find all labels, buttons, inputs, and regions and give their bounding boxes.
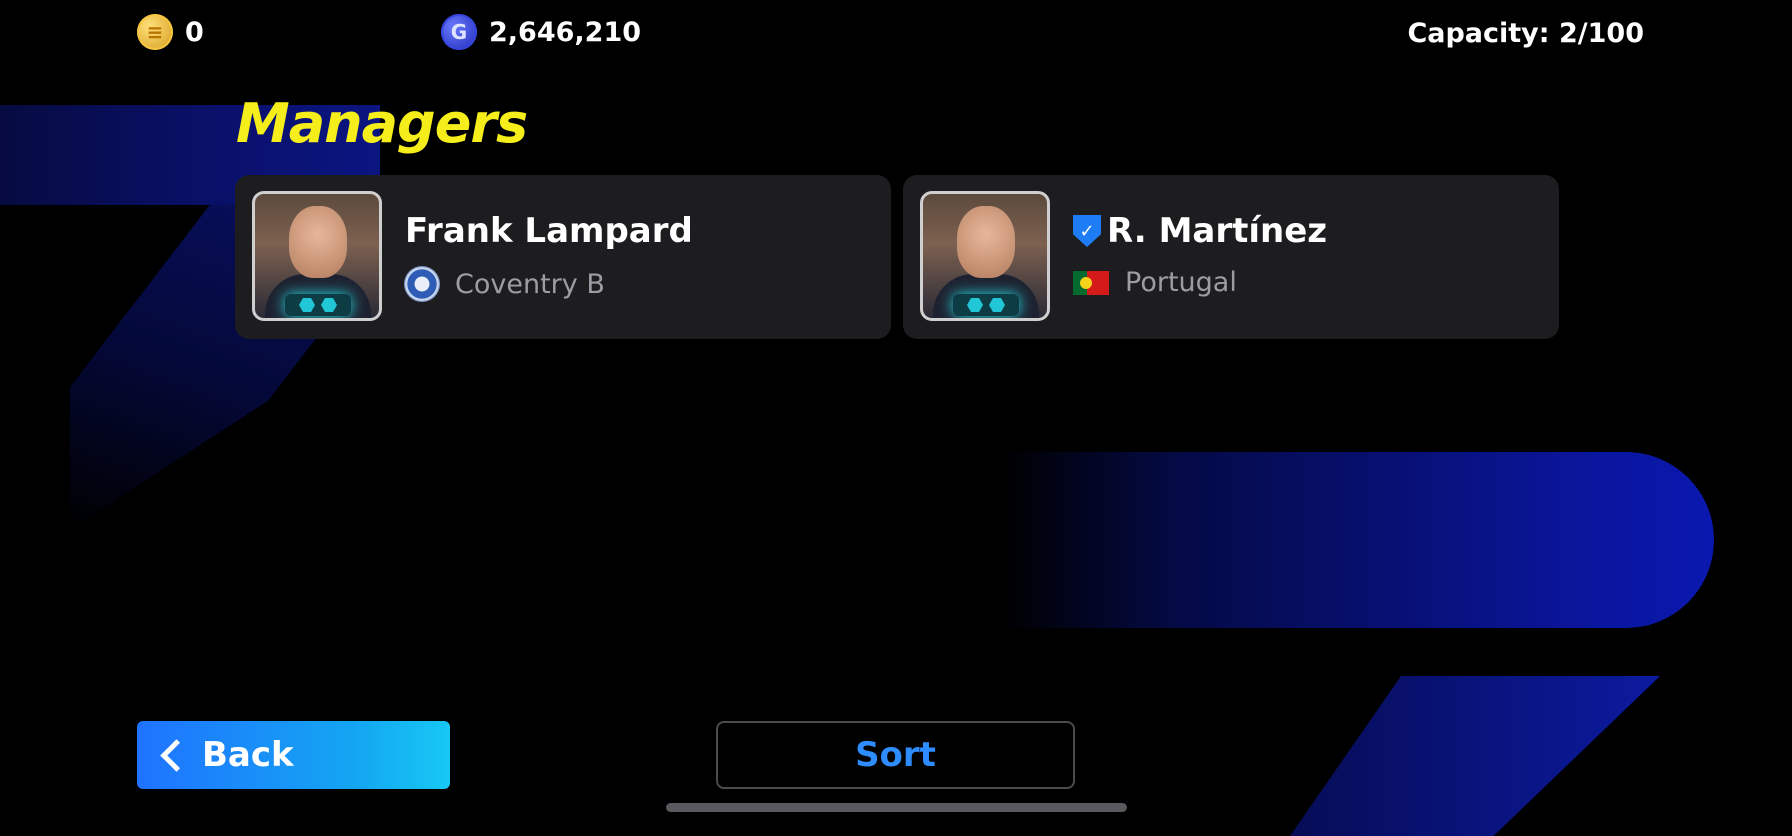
manager-card[interactable]: Frank Lampard Coventry B [235, 175, 891, 339]
page-title: Managers [236, 92, 528, 155]
verified-shield-icon: ✓ [1073, 215, 1101, 247]
chevron-left-icon [160, 738, 193, 772]
background-diagonal-right [1290, 676, 1660, 836]
team-name: Coventry B [455, 268, 605, 300]
manager-team: Portugal [1073, 267, 1237, 298]
coins-counter: ≡ 0 [137, 14, 204, 50]
skill-badge-icon [953, 294, 1019, 316]
club-crest-icon [405, 267, 439, 301]
coin-icon: ≡ [137, 14, 173, 50]
back-label: Back [202, 735, 294, 775]
manager-portrait [920, 191, 1050, 321]
manager-team: Coventry B [405, 267, 605, 301]
top-bar: ≡ 0 G 2,646,210 Capacity: 2/100 [0, 14, 1792, 54]
portugal-flag-icon [1073, 270, 1109, 295]
capacity-label: Capacity: 2/100 [1407, 18, 1644, 49]
gp-value: 2,646,210 [489, 16, 642, 48]
gp-counter: G 2,646,210 [441, 14, 641, 50]
skill-badge-icon [285, 294, 351, 316]
manager-card[interactable]: ✓ R. Martínez Portugal [903, 175, 1559, 339]
home-indicator[interactable] [666, 803, 1127, 812]
background-pill [1000, 452, 1714, 628]
back-button[interactable]: Back [137, 721, 450, 789]
manager-name: Frank Lampard [405, 211, 693, 251]
manager-name-text: Frank Lampard [405, 211, 693, 251]
manager-name-text: R. Martínez [1107, 211, 1328, 251]
coins-value: 0 [185, 16, 204, 48]
gp-icon: G [441, 14, 477, 50]
manager-name: ✓ R. Martínez [1073, 211, 1327, 251]
sort-button[interactable]: Sort [716, 721, 1075, 789]
sort-label: Sort [855, 735, 936, 775]
manager-portrait [252, 191, 382, 321]
team-name: Portugal [1125, 267, 1237, 298]
